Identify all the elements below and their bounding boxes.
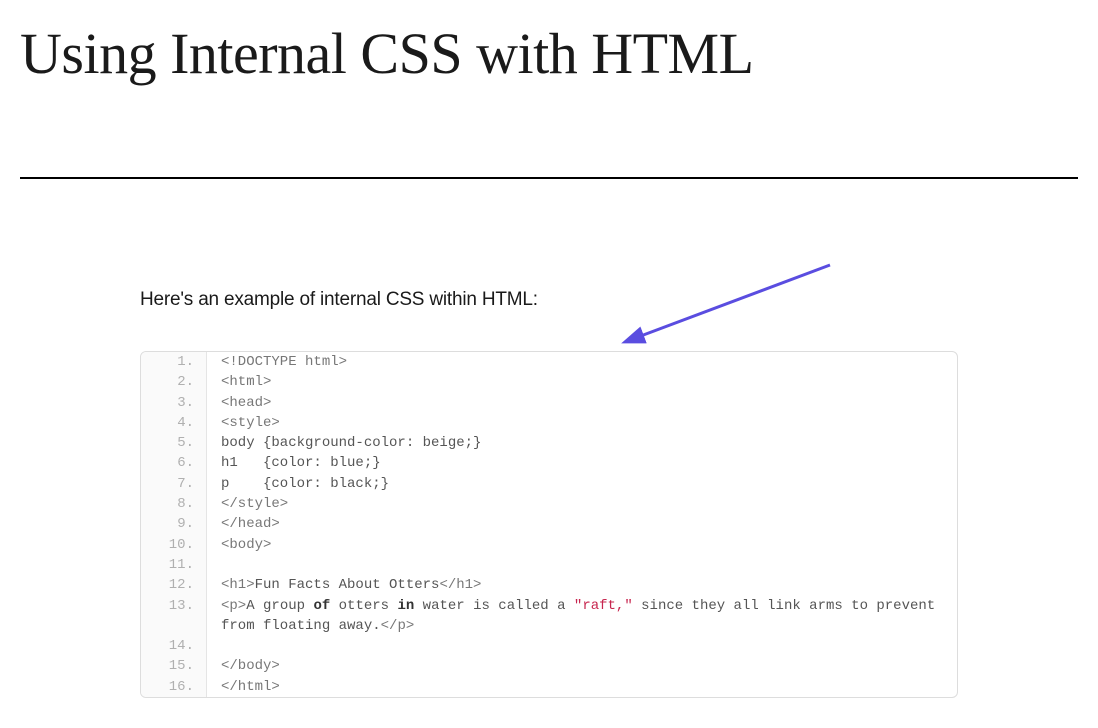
code-text: </body> bbox=[207, 656, 957, 676]
code-line: 4.<style> bbox=[141, 413, 957, 433]
code-text: h1 {color: blue;} bbox=[207, 453, 957, 473]
code-line: 8.</style> bbox=[141, 494, 957, 514]
section-divider bbox=[20, 177, 1078, 179]
content-area: Here's an example of internal CSS within… bbox=[0, 289, 1098, 698]
code-line: 9.</head> bbox=[141, 514, 957, 534]
line-number: 9. bbox=[141, 514, 207, 534]
intro-text: Here's an example of internal CSS within… bbox=[140, 289, 958, 311]
code-line: 13.<p>A group of otters in water is call… bbox=[141, 596, 957, 637]
line-number: 8. bbox=[141, 494, 207, 514]
line-number: 12. bbox=[141, 575, 207, 595]
code-text: <style> bbox=[207, 413, 957, 433]
line-number: 14. bbox=[141, 636, 207, 656]
code-text: <p>A group of otters in water is called … bbox=[207, 596, 957, 637]
code-line: 3.<head> bbox=[141, 393, 957, 413]
code-text: <body> bbox=[207, 535, 957, 555]
code-line: 10.<body> bbox=[141, 535, 957, 555]
line-number: 2. bbox=[141, 372, 207, 392]
page-title: Using Internal CSS with HTML bbox=[0, 0, 1098, 87]
line-number: 4. bbox=[141, 413, 207, 433]
code-line: 15.</body> bbox=[141, 656, 957, 676]
line-number: 15. bbox=[141, 656, 207, 676]
line-number: 7. bbox=[141, 474, 207, 494]
code-line: 16.</html> bbox=[141, 677, 957, 697]
code-line: 7.p {color: black;} bbox=[141, 474, 957, 494]
line-number: 13. bbox=[141, 596, 207, 637]
code-text: <head> bbox=[207, 393, 957, 413]
code-text: body {background-color: beige;} bbox=[207, 433, 957, 453]
code-text: </html> bbox=[207, 677, 957, 697]
code-line: 1.<!DOCTYPE html> bbox=[141, 352, 957, 372]
line-number: 6. bbox=[141, 453, 207, 473]
code-text: <html> bbox=[207, 372, 957, 392]
code-line: 12.<h1>Fun Facts About Otters</h1> bbox=[141, 575, 957, 595]
code-example: 1.<!DOCTYPE html>2.<html>3.<head>4.<styl… bbox=[140, 351, 958, 698]
code-text bbox=[207, 555, 957, 575]
line-number: 10. bbox=[141, 535, 207, 555]
code-text: p {color: black;} bbox=[207, 474, 957, 494]
code-text: </head> bbox=[207, 514, 957, 534]
code-line: 14. bbox=[141, 636, 957, 656]
code-line: 11. bbox=[141, 555, 957, 575]
line-number: 3. bbox=[141, 393, 207, 413]
line-number: 1. bbox=[141, 352, 207, 372]
line-number: 11. bbox=[141, 555, 207, 575]
line-number: 5. bbox=[141, 433, 207, 453]
code-text: <!DOCTYPE html> bbox=[207, 352, 957, 372]
code-line: 2.<html> bbox=[141, 372, 957, 392]
code-line: 6.h1 {color: blue;} bbox=[141, 453, 957, 473]
code-line: 5.body {background-color: beige;} bbox=[141, 433, 957, 453]
line-number: 16. bbox=[141, 677, 207, 697]
code-text: </style> bbox=[207, 494, 957, 514]
code-text bbox=[207, 636, 957, 656]
code-text: <h1>Fun Facts About Otters</h1> bbox=[207, 575, 957, 595]
